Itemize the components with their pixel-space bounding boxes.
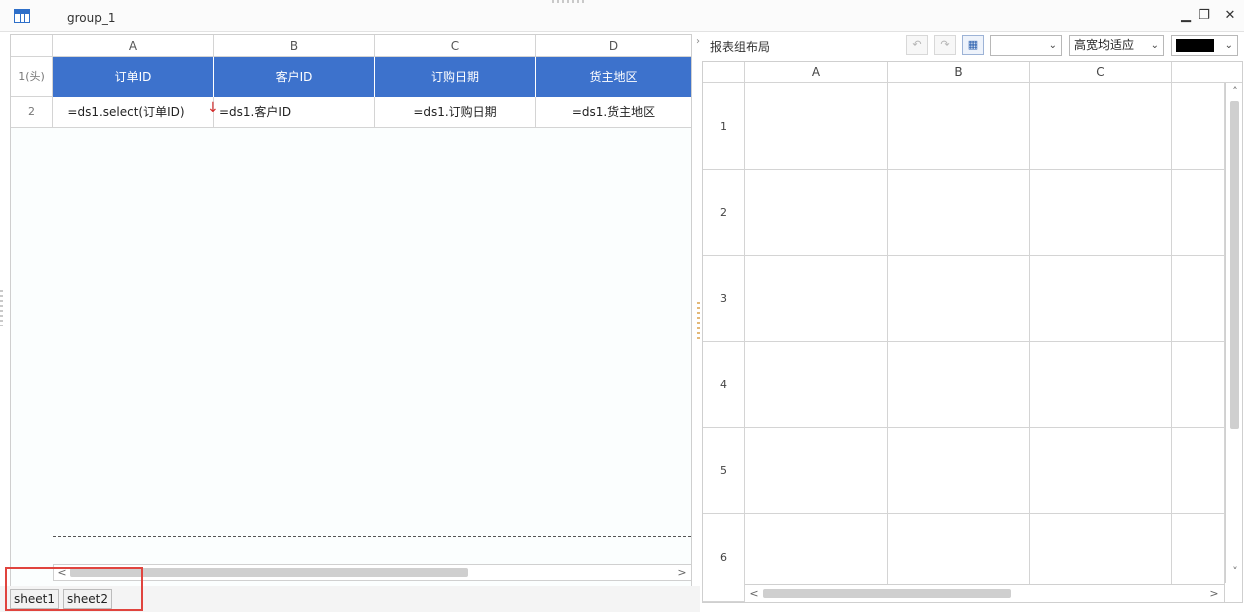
layout-cell[interactable] [745, 342, 888, 428]
layout-column-header-a[interactable]: A [745, 62, 888, 83]
row-header-2[interactable]: 2 [11, 97, 53, 128]
layout-row-header-2[interactable]: 2 [703, 170, 745, 256]
vertical-expand-arrow-icon: ↓ [207, 100, 219, 116]
layout-row-header-5[interactable]: 5 [703, 428, 745, 514]
layout-scroll-left-icon[interactable]: < [747, 587, 761, 601]
cell-a1[interactable]: 订单ID [53, 57, 214, 97]
layout-horizontal-scrollbar[interactable]: < > [745, 584, 1225, 602]
layout-cell[interactable] [1030, 342, 1172, 428]
layout-cell[interactable] [1172, 428, 1225, 514]
layout-cell[interactable] [888, 342, 1030, 428]
cell-d1[interactable]: 货主地区 [536, 57, 691, 97]
title-bar [0, 0, 1244, 32]
layout-hscroll-thumb[interactable] [763, 589, 1011, 598]
layout-cell[interactable] [745, 256, 888, 342]
top-resize-grip[interactable] [552, 0, 586, 3]
layout-row-header-6[interactable]: 6 [703, 514, 745, 602]
layout-cell[interactable] [745, 170, 888, 256]
window-title: group_1 [67, 11, 116, 25]
collapse-chevron-icon[interactable]: › [696, 36, 700, 47]
scroll-up-icon[interactable]: ˄ [1228, 85, 1242, 99]
cell-b2[interactable]: =ds1.客户ID [214, 97, 375, 128]
minimize-icon[interactable]: ▁ [1178, 8, 1194, 24]
layout-cell[interactable] [888, 170, 1030, 256]
layout-scroll-right-icon[interactable]: > [1207, 587, 1221, 601]
splitter-handle[interactable] [697, 302, 700, 340]
cell-b1[interactable]: 客户ID [214, 57, 375, 97]
layout-cell[interactable] [745, 83, 888, 170]
column-header-b[interactable]: B [214, 35, 375, 57]
redo-icon[interactable]: ↷ [934, 35, 956, 55]
color-swatch [1176, 39, 1214, 52]
layout-cell[interactable] [1172, 342, 1225, 428]
layout-cell[interactable] [888, 83, 1030, 170]
cell-a2[interactable]: =ds1.select(订单ID) [53, 97, 214, 128]
layout-cell[interactable] [1030, 170, 1172, 256]
column-header-a[interactable]: A [53, 35, 214, 57]
cell-c2[interactable]: =ds1.订购日期 [375, 97, 536, 128]
horizontal-scrollbar[interactable]: < > [53, 564, 691, 581]
zoom-select[interactable]: ⌄ [990, 35, 1062, 56]
layout-row-header-3[interactable]: 3 [703, 256, 745, 342]
layout-column-header-b[interactable]: B [888, 62, 1030, 83]
page-break-line [53, 536, 691, 537]
column-header-d[interactable]: D [536, 35, 691, 57]
layout-cell[interactable] [1030, 256, 1172, 342]
layout-panel-title: 报表组布局 [710, 40, 771, 54]
layout-cell[interactable] [745, 428, 888, 514]
layout-cell[interactable] [888, 256, 1030, 342]
layout-cell[interactable] [888, 428, 1030, 514]
scroll-down-icon[interactable]: ˅ [1228, 565, 1242, 579]
left-side-grip[interactable] [0, 290, 3, 326]
scroll-right-icon[interactable]: > [675, 566, 689, 580]
fit-mode-value: 高宽均适应 [1074, 38, 1135, 52]
layout-corner-cell[interactable] [703, 62, 745, 83]
layout-cell[interactable] [1030, 83, 1172, 170]
layout-cell[interactable] [1172, 256, 1225, 342]
layout-grid[interactable]: A B C 1 2 3 4 5 6 ˄ ˅ < > [702, 61, 1243, 603]
layout-vscroll-thumb[interactable] [1230, 101, 1239, 429]
color-select[interactable]: ⌄ [1171, 35, 1238, 56]
layout-cell[interactable] [1172, 83, 1225, 170]
layout-row-header-4[interactable]: 4 [703, 342, 745, 428]
layout-column-header-c[interactable]: C [1030, 62, 1172, 83]
report-table-icon [14, 9, 30, 23]
cell-c1[interactable]: 订购日期 [375, 57, 536, 97]
highlight-box [5, 567, 143, 611]
close-icon[interactable]: ✕ [1222, 8, 1238, 24]
layout-cell[interactable] [1172, 170, 1225, 256]
corner-cell[interactable] [11, 35, 53, 57]
layout-icon[interactable]: ▦ [962, 35, 984, 55]
layout-row-header-1[interactable]: 1 [703, 83, 745, 170]
undo-icon[interactable]: ↶ [906, 35, 928, 55]
restore-icon[interactable]: ❐ [1196, 8, 1212, 24]
layout-vertical-scrollbar[interactable]: ˄ ˅ [1225, 83, 1242, 583]
report-designer-sheet[interactable]: A B C D 1(头) 2 订单ID 客户ID 订购日期 货主地区 =ds1.… [10, 34, 692, 587]
row-header-1[interactable]: 1(头) [11, 57, 53, 97]
layout-column-header-extra[interactable] [1172, 62, 1242, 83]
layout-cell[interactable] [1030, 428, 1172, 514]
cell-d2[interactable]: =ds1.货主地区 [536, 97, 691, 128]
fit-mode-select[interactable]: 高宽均适应 ⌄ [1069, 35, 1164, 56]
column-header-c[interactable]: C [375, 35, 536, 57]
